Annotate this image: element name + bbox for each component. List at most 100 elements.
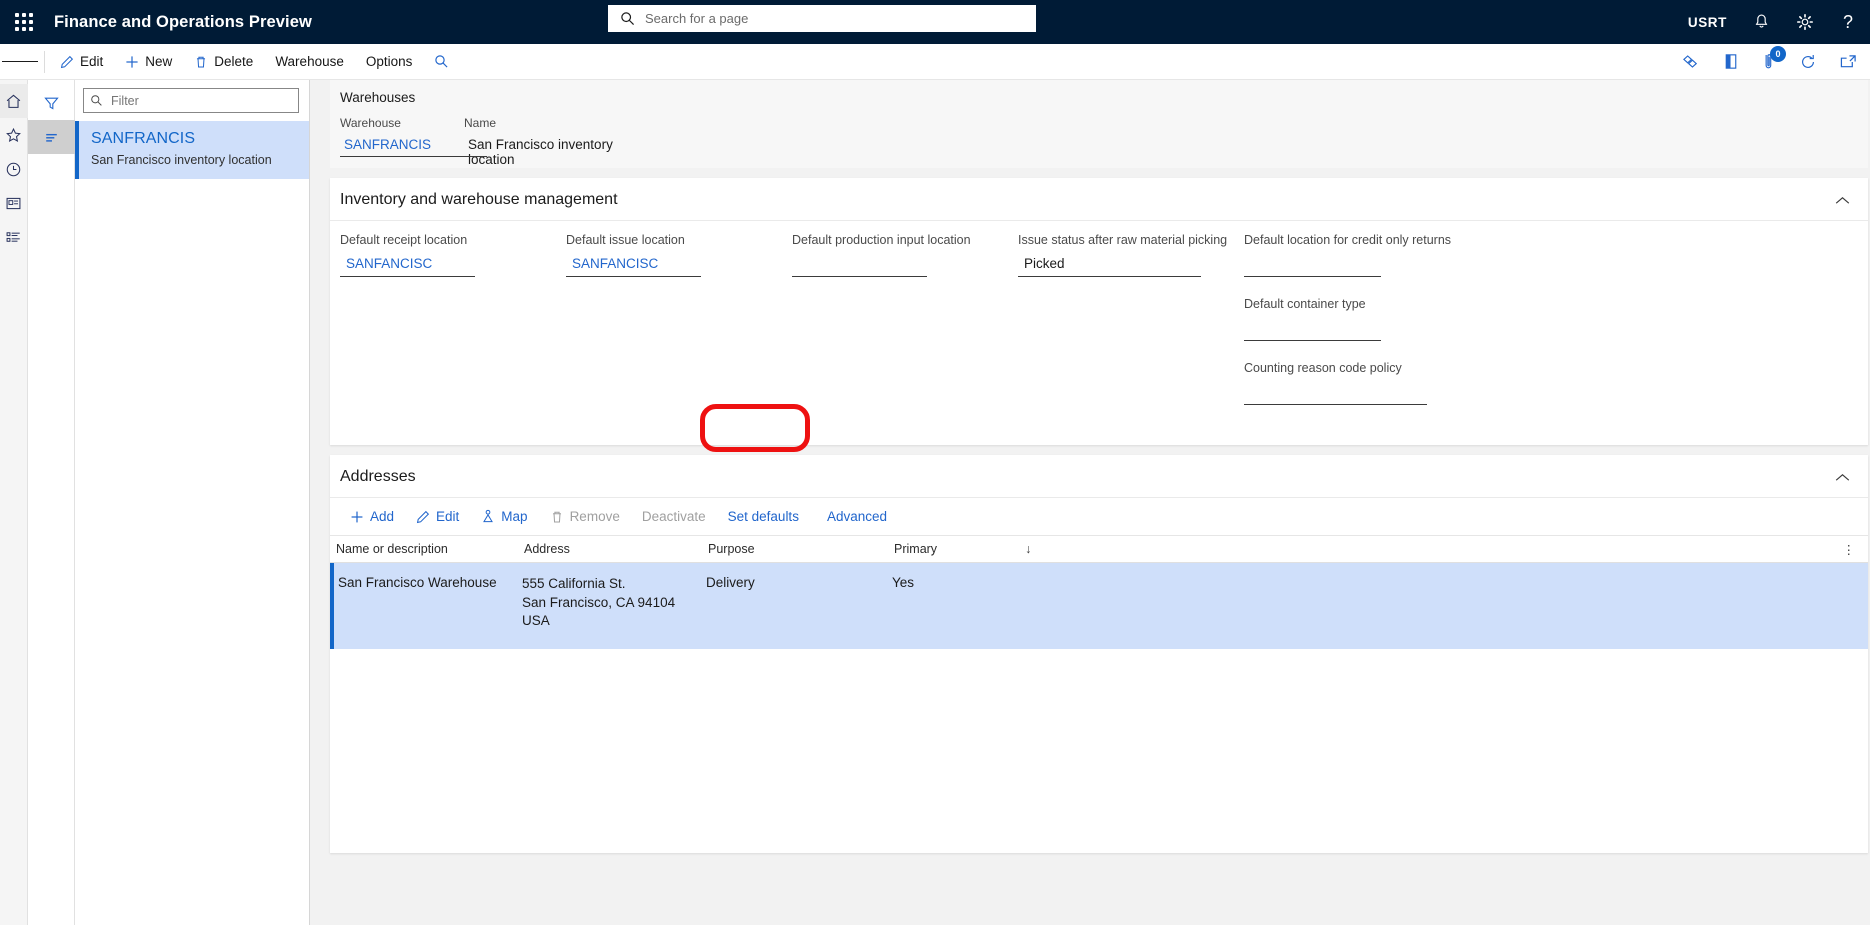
table-row[interactable]: San Francisco Warehouse 555 California S… — [330, 563, 1868, 649]
issue-status-after-raw-material-picking-field[interactable]: Issue status after raw material picking … — [1018, 233, 1244, 277]
personalize-icon[interactable] — [1682, 52, 1701, 71]
list-item[interactable]: SANFRANCIS San Francisco inventory locat… — [75, 121, 309, 179]
plus-icon — [351, 511, 363, 522]
new-button[interactable]: New — [114, 44, 183, 79]
addresses-toolbar: Add Edit Map Remove Deactivate Set defau… — [330, 498, 1868, 535]
default-location-credit-only-returns-field[interactable]: Default location for credit only returns — [1244, 233, 1484, 277]
default-receipt-location-value[interactable]: SANFANCISC — [340, 256, 475, 277]
open-in-new-window-icon[interactable] — [1839, 53, 1858, 70]
page-header-card: Warehouses Warehouse SANFRANCIS Name San… — [330, 80, 1868, 168]
default-location-credit-only-returns-label: Default location for credit only returns — [1244, 233, 1452, 247]
modules-list-icon — [6, 231, 20, 242]
inventory-column-5: Default location for credit only returns… — [1244, 233, 1484, 425]
warehouse-field-value[interactable]: SANFRANCIS — [340, 137, 438, 157]
edit-label: Edit — [80, 54, 104, 69]
address-edit-button[interactable]: Edit — [406, 504, 469, 529]
address-add-button[interactable]: Add — [340, 504, 404, 529]
left-navigation-rail — [0, 80, 28, 925]
options-label: Options — [365, 54, 413, 69]
warehouse-menu[interactable]: Warehouse — [264, 44, 355, 79]
list-pane-rail — [27, 80, 75, 925]
warehouse-field[interactable]: Warehouse SANFRANCIS — [340, 116, 438, 168]
cell-name-or-description: San Francisco Warehouse — [338, 575, 497, 590]
favorites-star-icon — [6, 127, 21, 142]
bell-icon[interactable] — [1753, 13, 1770, 31]
command-bar: Edit New Delete Warehouse Options 0 — [0, 44, 1870, 80]
home-icon — [6, 94, 21, 108]
partial-field-underline — [342, 156, 487, 157]
default-production-input-location-field[interactable]: Default production input location — [792, 233, 1018, 277]
address-map-label: Map — [501, 509, 528, 524]
nav-workspaces[interactable] — [0, 186, 28, 220]
nav-home[interactable] — [0, 84, 28, 118]
app-title: Finance and Operations Preview — [54, 12, 312, 31]
options-menu[interactable]: Options — [355, 44, 424, 79]
default-receipt-location-field[interactable]: Default receipt location SANFANCISC — [340, 233, 566, 277]
counting-reason-code-policy-label: Counting reason code policy — [1244, 361, 1402, 375]
address-map-button[interactable]: Map — [471, 504, 537, 529]
counting-reason-code-policy-field[interactable]: Counting reason code policy — [1244, 361, 1484, 405]
address-advanced-label: Advanced — [826, 509, 887, 524]
notes-icon[interactable]: 0 — [1761, 46, 1786, 71]
sort-descending-icon[interactable]: ↓ — [1025, 542, 1031, 556]
default-container-type-label: Default container type — [1244, 297, 1366, 311]
refresh-icon[interactable] — [1799, 53, 1817, 71]
column-header-primary[interactable]: Primary ↓ — [888, 542, 1031, 556]
default-issue-location-field[interactable]: Default issue location SANFANCISC — [566, 233, 792, 277]
default-location-credit-only-returns-value[interactable] — [1244, 256, 1381, 277]
name-field-value[interactable]: San Francisco inventory location — [464, 137, 649, 168]
list-item-subtitle: San Francisco inventory location — [91, 153, 272, 167]
hamburger-menu-icon[interactable] — [2, 44, 38, 79]
inventory-column-3: Default production input location — [792, 233, 1018, 425]
address-set-defaults-button[interactable]: Set defaults — [718, 504, 809, 529]
gear-icon[interactable] — [1796, 13, 1814, 31]
default-container-type-value[interactable] — [1244, 320, 1381, 341]
filter-funnel-icon[interactable] — [28, 86, 75, 120]
page-title: Warehouses — [340, 90, 416, 105]
app-launcher-icon[interactable] — [0, 0, 48, 44]
column-header-name-or-description[interactable]: Name or description — [330, 542, 518, 556]
list-filter-box[interactable] — [83, 88, 299, 113]
global-search[interactable] — [608, 5, 1036, 32]
nav-favorites[interactable] — [0, 118, 28, 152]
list-filter-input[interactable] — [109, 92, 292, 109]
list-pane: SANFRANCIS San Francisco inventory locat… — [75, 80, 310, 925]
chevron-up-icon[interactable] — [1835, 193, 1850, 208]
inventory-column-1: Default receipt location SANFANCISC — [340, 233, 566, 425]
counting-reason-code-policy-value[interactable] — [1244, 384, 1427, 405]
chevron-up-icon[interactable] — [1835, 470, 1850, 485]
list-view-icon[interactable] — [27, 120, 75, 154]
addresses-section-header[interactable]: Addresses — [330, 455, 1868, 498]
attachments-icon[interactable] — [1723, 52, 1739, 71]
grid-options-icon[interactable]: ⋮ — [1843, 542, 1869, 557]
search-input[interactable] — [643, 6, 1028, 31]
address-remove-button: Remove — [540, 504, 630, 529]
column-header-address[interactable]: Address — [518, 542, 702, 556]
nav-modules[interactable] — [0, 220, 28, 254]
default-issue-location-value[interactable]: SANFANCISC — [566, 256, 701, 277]
column-header-purpose[interactable]: Purpose — [702, 542, 888, 556]
user-initials[interactable]: USRT — [1688, 15, 1727, 30]
delete-button[interactable]: Delete — [183, 44, 264, 79]
edit-button[interactable]: Edit — [49, 44, 114, 79]
pencil-icon — [60, 55, 74, 68]
address-set-defaults-label: Set defaults — [727, 509, 799, 524]
inventory-column-4: Issue status after raw material picking … — [1018, 233, 1244, 425]
name-field[interactable]: Name San Francisco inventory location — [464, 116, 649, 168]
nav-recent[interactable] — [0, 152, 28, 186]
default-receipt-location-label: Default receipt location — [340, 233, 468, 247]
inventory-warehouse-management-section: Inventory and warehouse management Defau… — [330, 178, 1868, 445]
inventory-fields-grid: Default receipt location SANFANCISC Defa… — [330, 221, 1868, 445]
address-line-2: San Francisco, CA 94104 — [522, 594, 676, 610]
command-search-button[interactable] — [423, 44, 460, 79]
inventory-section-header[interactable]: Inventory and warehouse management — [330, 178, 1868, 221]
default-container-type-field[interactable]: Default container type — [1244, 297, 1484, 341]
new-label: New — [145, 54, 173, 69]
issue-status-after-raw-material-picking-value[interactable]: Picked — [1018, 256, 1201, 277]
default-production-input-location-value[interactable] — [792, 256, 927, 277]
trash-icon — [197, 56, 206, 67]
addresses-section: Addresses Add Edit Map Remove Deactivate… — [330, 455, 1868, 853]
question-mark-icon[interactable]: ? — [1840, 12, 1856, 32]
address-advanced-button[interactable]: Advanced — [817, 504, 897, 529]
trash-icon — [552, 511, 561, 522]
